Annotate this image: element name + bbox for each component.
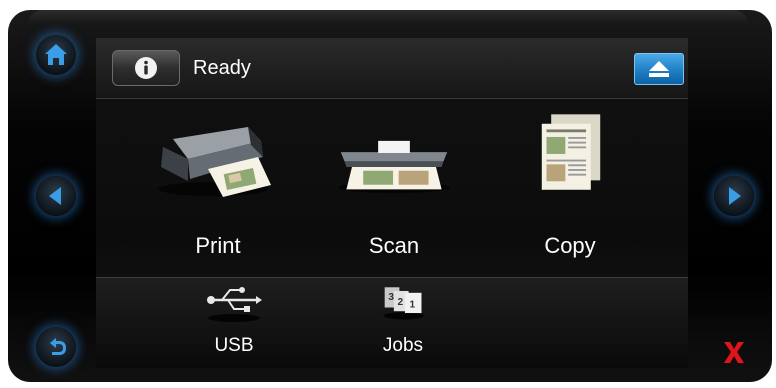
cancel-x-icon	[724, 342, 744, 363]
jobs-icon: 3 2 1	[383, 287, 425, 320]
printer-icon	[158, 127, 271, 197]
copy-label: Copy	[544, 233, 596, 258]
jobs-label: Jobs	[382, 335, 424, 356]
cancel-button[interactable]	[714, 332, 754, 372]
copy-icon	[541, 114, 601, 190]
usb-tile[interactable]: USB	[174, 278, 294, 368]
usb-icon	[207, 287, 262, 322]
scanner-icon	[338, 140, 450, 194]
print-label: Print	[195, 233, 241, 258]
svg-text:3: 3	[388, 292, 394, 303]
right-arrow-icon	[729, 187, 741, 205]
home-button[interactable]	[36, 35, 76, 75]
back-icon	[50, 338, 66, 355]
touch-screen: Ready Print Scan Copy USB 3 2 1 Jobs	[96, 38, 688, 368]
previous-page-button[interactable]	[36, 176, 76, 216]
eject-icon	[649, 61, 669, 77]
info-icon	[135, 57, 157, 79]
copy-tile[interactable]: Copy	[490, 99, 650, 277]
next-page-button[interactable]	[714, 176, 754, 216]
scan-label: Scan	[368, 233, 420, 258]
secondary-menu: USB 3 2 1 Jobs	[96, 278, 688, 368]
bezel-highlight	[28, 10, 748, 24]
status-bar: Ready	[96, 38, 688, 99]
jobs-tile[interactable]: 3 2 1 Jobs	[343, 278, 463, 368]
home-icon	[45, 44, 67, 65]
eject-button[interactable]	[634, 53, 684, 85]
info-button[interactable]	[112, 50, 180, 86]
svg-text:2: 2	[398, 297, 404, 308]
scan-tile[interactable]: Scan	[314, 99, 474, 277]
status-text: Ready	[193, 57, 251, 79]
left-arrow-icon	[49, 187, 61, 205]
usb-label: USB	[214, 335, 254, 356]
print-tile[interactable]: Print	[138, 99, 298, 277]
back-button[interactable]	[36, 327, 76, 367]
svg-text:1: 1	[410, 300, 416, 311]
main-menu: Print Scan Copy	[96, 99, 688, 277]
